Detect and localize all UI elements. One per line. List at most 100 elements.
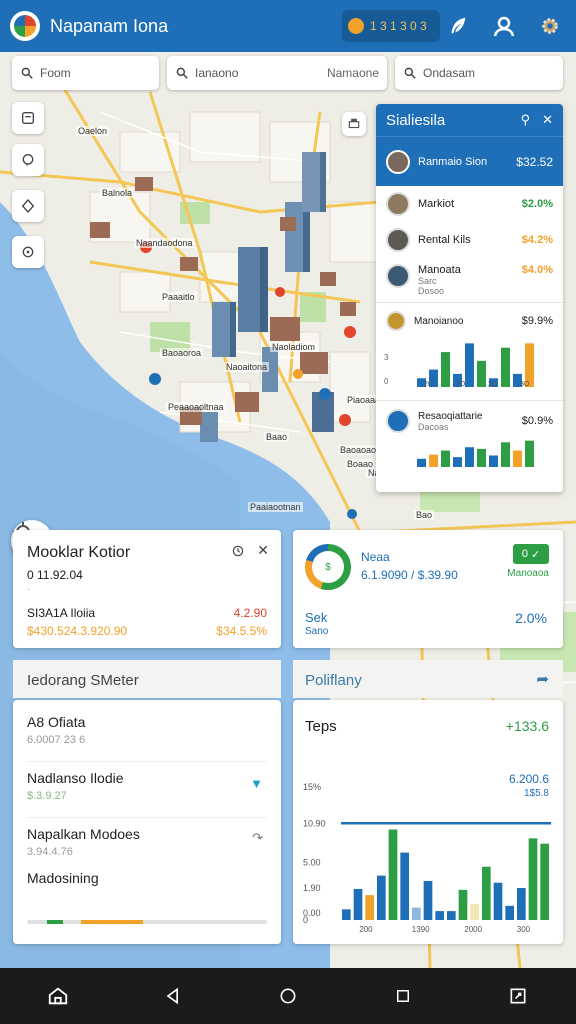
list-item[interactable]: A8 Ofiata 6.0007 23 6 <box>27 714 267 762</box>
bar-chart: 15%10.905.001.900.000200 1390 2000 300 <box>303 782 551 934</box>
close-icon[interactable]: ✕ <box>257 542 269 559</box>
search-input-2[interactable]: Ianaono <box>195 66 238 80</box>
search-icon <box>176 67 188 79</box>
mini-bar <box>513 450 522 467</box>
item-name: Rental Kils <box>418 234 471 246</box>
message-icon <box>22 246 34 258</box>
chart-thumbnail <box>386 409 410 433</box>
search-bar-1[interactable]: Foom <box>12 56 159 90</box>
market-card-title: Mooklar Kotior <box>27 544 131 561</box>
mini-bar <box>417 458 426 467</box>
screen-nav-button[interactable] <box>503 981 533 1011</box>
directions-icon <box>21 198 35 214</box>
list-item[interactable]: Nadlanso Ilodie $.3.9.27 ▼ <box>27 770 267 818</box>
close-icon[interactable]: ✕ <box>542 112 553 128</box>
list-item-name: A8 Ofiata <box>27 714 86 730</box>
item-name: Markiot <box>418 198 455 210</box>
list-item[interactable]: Napalkan Modoes 3.94.4.76 ↷ <box>27 826 267 868</box>
home-nav-button[interactable] <box>43 981 73 1011</box>
mini-bar <box>501 442 510 467</box>
recents-nav-button[interactable] <box>388 981 418 1011</box>
feedback-button[interactable] <box>12 144 44 176</box>
chevron-icon[interactable]: ↷ <box>252 830 263 846</box>
mini-chart-value: $9.9% <box>521 315 553 327</box>
market-sub1: 0 11.92.04 <box>27 568 83 582</box>
map-label: Baoaoao <box>338 445 379 455</box>
item-thumbnail <box>386 264 410 288</box>
layers-button[interactable] <box>12 102 44 134</box>
messages-button[interactable] <box>12 236 44 268</box>
pin-icon[interactable]: ⚲ <box>521 112 531 128</box>
featured-value: $32.52 <box>516 154 553 169</box>
note-icon <box>22 112 34 124</box>
section-header-right[interactable]: Poliflany ➦ <box>293 660 563 698</box>
market-row-right-top: 4.2.90 <box>233 606 267 620</box>
bar <box>388 829 398 920</box>
progress-segment-green <box>47 920 63 924</box>
summary-badge[interactable]: 0 ✓ <box>513 544 549 564</box>
bar <box>353 888 363 920</box>
mini-bar <box>465 343 474 387</box>
list-item-name: Napalkan Modoes <box>27 826 140 842</box>
summary-card[interactable]: $ Neaa 6.1.9090 / $.39.90 0 ✓ Manoaoa Sek… <box>293 530 563 648</box>
map-label: Balnola <box>100 188 135 198</box>
bar <box>435 911 444 920</box>
summary-row-left: Sek <box>305 610 328 625</box>
featured-stat[interactable]: Ranmaio Sion $32.52 <box>376 136 563 186</box>
mini-chart-1-plot: 2O 2O 2O 3O <box>417 343 534 387</box>
market-card[interactable]: Mooklar Kotior ✕ 0 11.92.04 · SI3A1A Ilo… <box>13 530 281 648</box>
shield-icon[interactable]: ▼ <box>250 776 263 791</box>
chart-value: +133.6 <box>505 718 549 734</box>
market-row-right: $34.5.5% <box>216 624 267 638</box>
mini-y-tick: 3 <box>384 353 389 362</box>
summary-values: 6.1.9090 / $.39.90 <box>361 568 458 582</box>
arrow-right-icon[interactable]: ➦ <box>536 670 549 688</box>
back-nav-button[interactable] <box>158 981 188 1011</box>
settings-gear-icon[interactable] <box>536 12 564 40</box>
user-profile-icon[interactable] <box>490 12 518 40</box>
mini-chart-sub: Dacoas <box>418 421 449 432</box>
expand-icon <box>510 988 526 1004</box>
directions-button[interactable] <box>12 190 44 222</box>
map-label: Naoaitona <box>224 362 270 372</box>
y-tick-label: 15% <box>303 782 321 792</box>
stats-list-item[interactable]: Rental Kils $4.2% <box>376 222 563 258</box>
search-bar-2[interactable]: Ianaono Namaone <box>167 56 387 90</box>
home-circle-nav-button[interactable] <box>273 981 303 1011</box>
bar <box>342 909 351 920</box>
app-logo[interactable] <box>10 11 40 41</box>
search-input-3[interactable]: Ondasam <box>423 66 475 80</box>
feather-icon[interactable] <box>444 12 472 40</box>
map-label: Paaiaootnan <box>248 502 303 512</box>
stats-list-item[interactable]: Manoata Sarc Dosoo $4.0% <box>376 258 563 302</box>
featured-thumbnail <box>386 149 410 174</box>
map-label: Oaelon <box>76 126 110 136</box>
list-item[interactable]: Madosining <box>27 870 267 910</box>
mini-chart-value: $0.9% <box>521 415 553 427</box>
mini-chart-2[interactable]: Resaoqiattarie Dacoas $0.9% <box>376 400 563 482</box>
chart-title: Teps <box>305 718 337 735</box>
bar <box>540 843 549 920</box>
item-thumbnail <box>386 192 410 216</box>
circle-icon <box>280 988 296 1004</box>
summary-row-value: 2.0% <box>515 610 547 626</box>
chart-card[interactable]: Teps +133.6 6.200.6 1$5.8 15% 10.90 5.00 1.… <box>293 700 563 944</box>
market-row-left: $430.524.3.920.90 <box>27 624 128 638</box>
bar <box>470 904 479 920</box>
search-bar-3[interactable]: Ondasam <box>395 56 563 90</box>
mini-chart-1[interactable]: Manoianoo $9.9% 3 0 2O 2O 2O 3O <box>376 302 563 400</box>
search-icon <box>21 67 33 79</box>
stats-list-item[interactable]: Markiot $2.0% <box>376 186 563 222</box>
mini-chart-2-plot <box>417 440 534 467</box>
print-button[interactable] <box>342 112 366 136</box>
summary-right-label: Manoaoa <box>507 568 549 579</box>
list-item-sub: 3.94.4.76 <box>27 846 73 858</box>
list-item-sub: 6.0007 23 6 <box>27 734 86 746</box>
refresh-icon[interactable] <box>231 544 245 563</box>
back-triangle-icon <box>166 987 178 1005</box>
summary-donut: $ <box>305 544 351 590</box>
status-pill[interactable]: 1 3 1 3 0 3 <box>342 10 440 42</box>
search-input-1[interactable]: Foom <box>40 66 71 80</box>
bar <box>493 882 503 920</box>
y-tick-label: 0 <box>303 915 308 925</box>
